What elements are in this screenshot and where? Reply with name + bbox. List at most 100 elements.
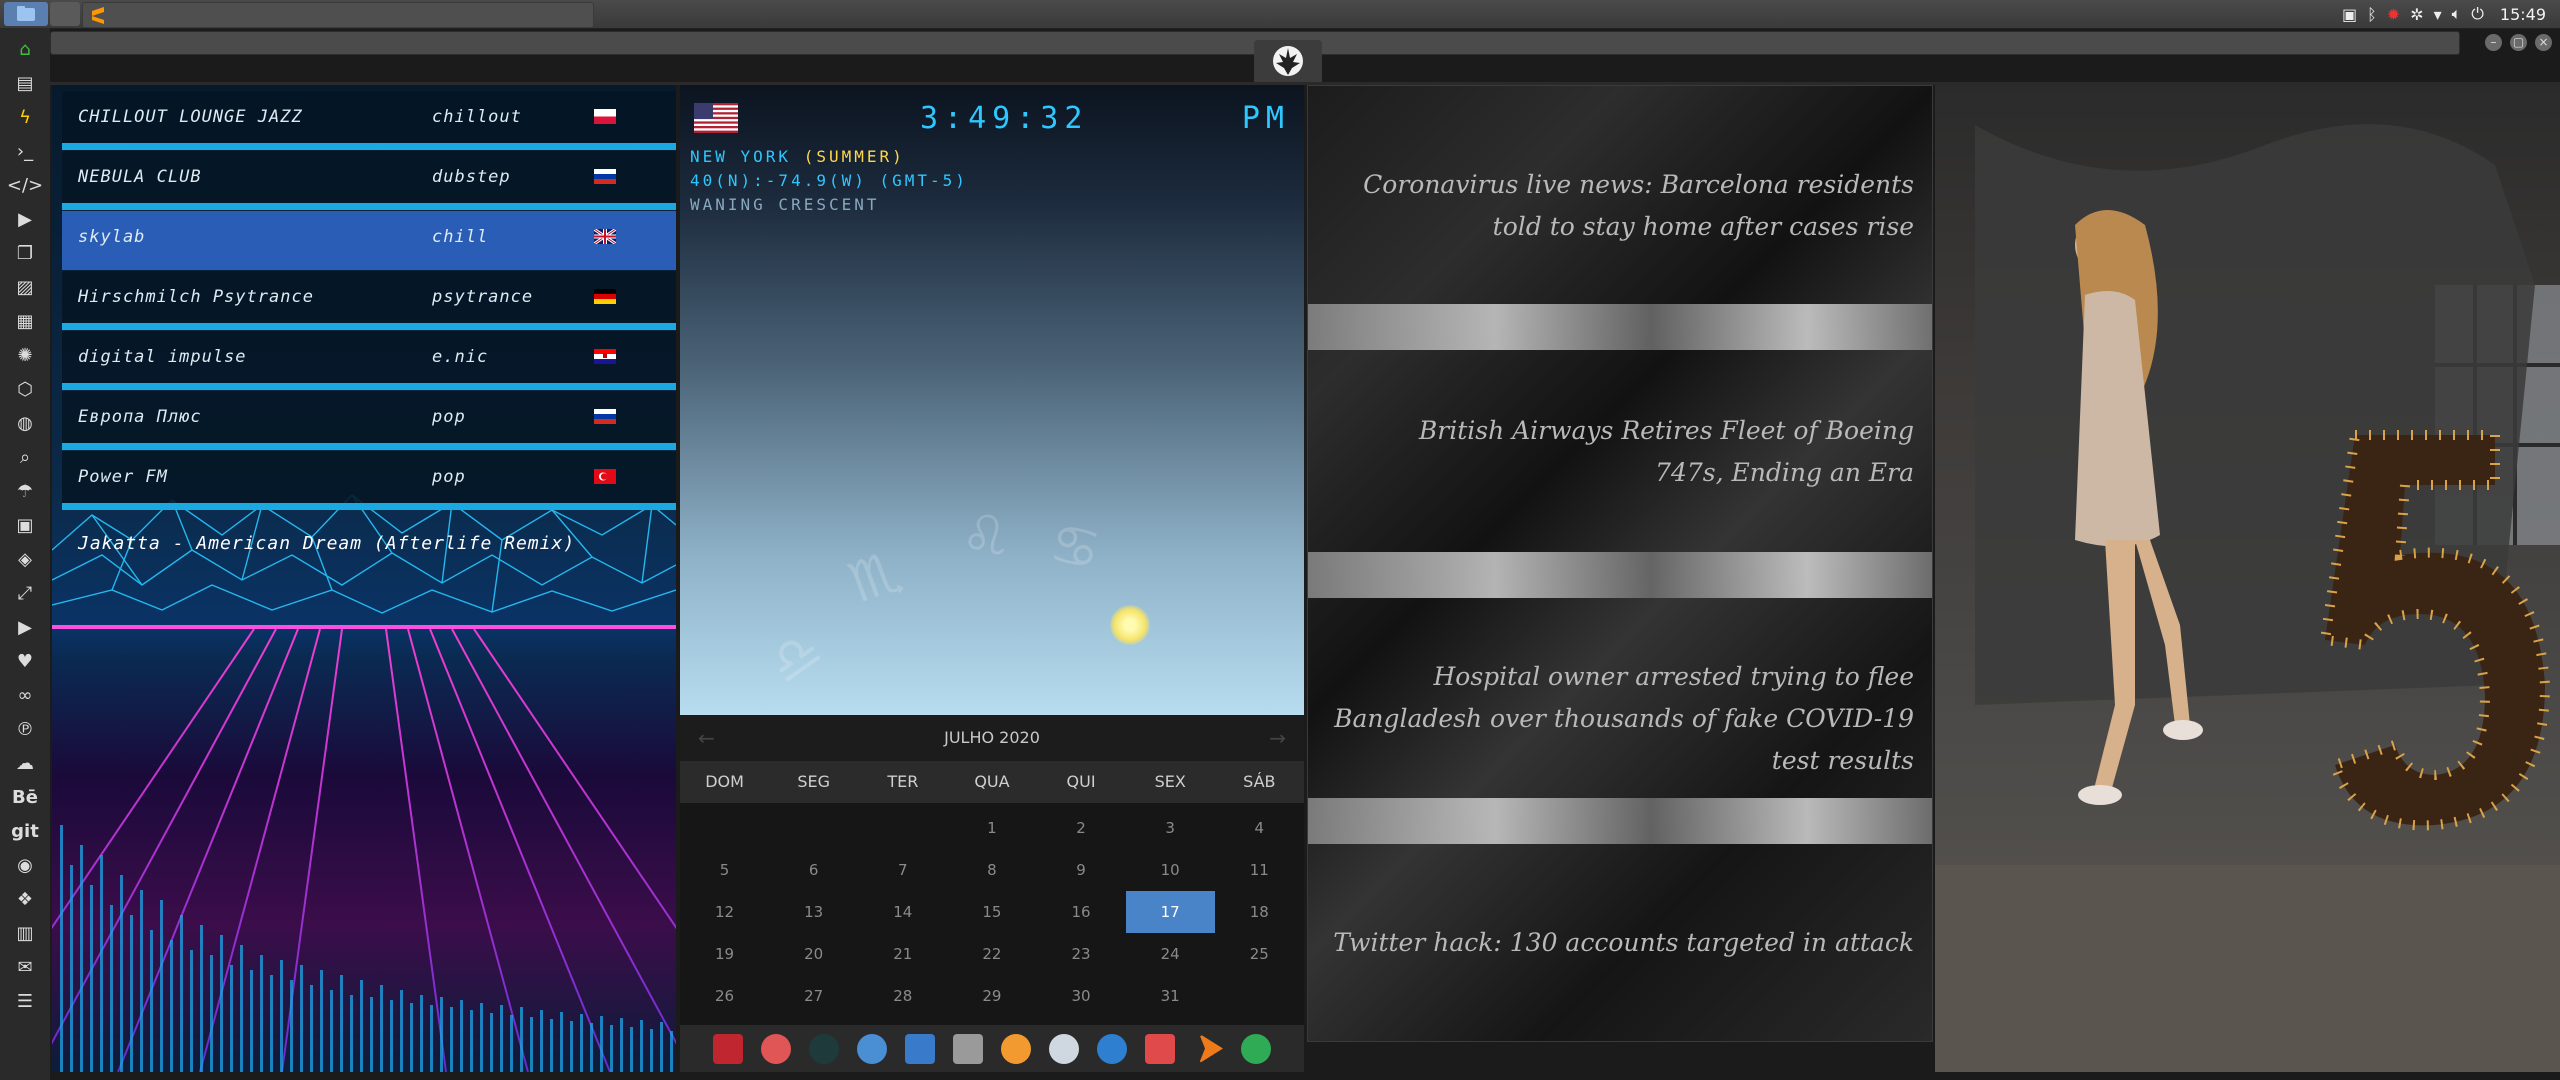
map-icon[interactable]: ▥ (0, 916, 50, 950)
station-row[interactable]: Европа Плюс pop (62, 391, 676, 450)
calendar-day[interactable]: 25 (1215, 933, 1304, 975)
clock-app-icon[interactable] (1049, 1033, 1079, 1064)
heart-icon[interactable]: ♥ (0, 644, 50, 678)
calendar-day[interactable]: 13 (769, 891, 858, 933)
station-row[interactable]: Power FM pop (62, 451, 676, 510)
maximize-button[interactable]: ▢ (2510, 34, 2527, 51)
calendar-day[interactable]: 20 (769, 933, 858, 975)
calendar-day[interactable]: 5 (680, 849, 769, 891)
next-month-button[interactable]: → (1269, 715, 1286, 761)
hexagon-icon[interactable]: ⬡ (0, 372, 50, 406)
arrow-app-icon[interactable] (1199, 1033, 1223, 1064)
search-icon[interactable]: ⌕ (0, 440, 50, 474)
expand-icon[interactable]: ⤢ (0, 576, 50, 610)
bluetooth-icon[interactable]: ᛒ (2367, 5, 2377, 24)
pinterest-icon[interactable]: ℗ (0, 712, 50, 746)
settings-app-icon[interactable] (809, 1033, 839, 1064)
globe-icon[interactable]: ◍ (0, 406, 50, 440)
home-icon[interactable]: ⌂ (0, 32, 50, 66)
calendar-day-today[interactable]: 17 (1125, 891, 1215, 933)
github-icon[interactable]: ◉ (0, 848, 50, 882)
timer-icon[interactable] (761, 1033, 791, 1064)
calendar-day[interactable]: 21 (858, 933, 947, 975)
calendar-day[interactable]: 26 (680, 975, 769, 1017)
news-headline[interactable]: British Airways Retires Fleet of Boeing … (1354, 410, 1914, 494)
calendar-day[interactable] (680, 807, 769, 849)
calendar-day[interactable]: 16 (1037, 891, 1126, 933)
calendar-day[interactable]: 2 (1037, 807, 1126, 849)
calendar-day[interactable] (1215, 975, 1304, 1017)
calendar-day[interactable]: 27 (769, 975, 858, 1017)
volume-icon[interactable]: 🔈︎ (2452, 4, 2462, 24)
station-row[interactable]: digital impulse e.nic (62, 331, 676, 390)
calendar-day[interactable]: 3 (1126, 807, 1215, 849)
dropbox-icon[interactable]: ✲ (2410, 5, 2423, 24)
station-row[interactable]: NEBULA CLUB dubstep (62, 151, 676, 210)
calendar-day[interactable]: 12 (680, 891, 769, 933)
calendar-day[interactable]: 14 (858, 891, 947, 933)
calendar-app-icon[interactable] (1145, 1033, 1175, 1064)
calendar-day[interactable]: 19 (680, 933, 769, 975)
wifi-icon[interactable]: ▾ (2434, 5, 2442, 24)
browser-icon[interactable] (1097, 1033, 1127, 1064)
document-icon[interactable]: ▤ (0, 66, 50, 100)
text-editor-icon[interactable] (953, 1033, 983, 1064)
station-row-selected[interactable]: skylab chill (62, 211, 676, 270)
lightning-icon[interactable]: ϟ (0, 100, 50, 134)
files-launcher-button[interactable] (4, 2, 48, 26)
youtube-icon[interactable]: ▶ (0, 610, 50, 644)
calendar-day[interactable]: 10 (1126, 849, 1215, 891)
image-viewer-icon[interactable] (857, 1033, 887, 1064)
calendar-day[interactable]: 31 (1126, 975, 1215, 1017)
calendar-day[interactable]: 28 (858, 975, 947, 1017)
git-icon[interactable]: git (0, 814, 50, 848)
rebel-tab[interactable] (1254, 40, 1322, 82)
search-app-icon[interactable] (1001, 1033, 1031, 1064)
calendar-day[interactable]: 18 (1215, 891, 1304, 933)
calendar-day[interactable] (769, 807, 858, 849)
news-headline[interactable]: Coronavirus live news: Barcelona residen… (1324, 164, 1914, 248)
calendar-day[interactable]: 23 (1037, 933, 1126, 975)
copy-icon[interactable]: ❐ (0, 236, 50, 270)
settings-icon[interactable]: ✺ (0, 338, 50, 372)
calendar-day[interactable]: 6 (769, 849, 858, 891)
play-icon[interactable]: ▶ (0, 202, 50, 236)
sublime-task-button[interactable] (82, 2, 594, 28)
newspaper-icon[interactable]: ▦ (0, 304, 50, 338)
panel-clock[interactable]: 15:49 (2500, 5, 2546, 24)
calendar-day[interactable]: 24 (1126, 933, 1215, 975)
calendar-day[interactable] (858, 807, 947, 849)
calendar-day[interactable]: 9 (1037, 849, 1126, 891)
code-icon[interactable]: </> (0, 168, 50, 202)
infinity-icon[interactable]: ∞ (0, 678, 50, 712)
close-button[interactable]: × (2535, 34, 2552, 51)
station-row[interactable]: CHILLOUT LOUNGE JAZZ chillout (62, 91, 676, 150)
contact-icon[interactable]: ▣ (0, 508, 50, 542)
cloud-icon[interactable]: ☁ (0, 746, 50, 780)
image-icon[interactable]: ▨ (0, 270, 50, 304)
terminal-icon[interactable]: ›_ (0, 134, 50, 168)
app-launcher-icon[interactable] (713, 1033, 743, 1064)
station-row[interactable]: Hirschmilch Psytrance psytrance (62, 271, 676, 330)
calendar-day[interactable]: 7 (858, 849, 947, 891)
power-icon[interactable]: ⏻ (2471, 4, 2484, 24)
calendar-day[interactable]: 8 (947, 849, 1036, 891)
news-headline[interactable]: Hospital owner arrested trying to flee B… (1324, 656, 1914, 782)
calendar-day[interactable]: 30 (1037, 975, 1126, 1017)
prev-month-button[interactable]: ← (698, 715, 715, 761)
umbrella-icon[interactable]: ☂ (0, 474, 50, 508)
list-icon[interactable]: ☰ (0, 984, 50, 1018)
behance-icon[interactable]: Bē (0, 780, 50, 814)
calendar-day[interactable]: 4 (1215, 807, 1304, 849)
screenshot-icon[interactable]: ▣ (2342, 5, 2357, 24)
mail-icon[interactable]: ✉ (0, 950, 50, 984)
cubes-icon[interactable]: ❖ (0, 882, 50, 916)
calendar-day[interactable]: 15 (947, 891, 1036, 933)
calendar-day[interactable]: 11 (1215, 849, 1304, 891)
window-tab-button[interactable] (50, 2, 80, 26)
calendar-day[interactable]: 22 (947, 933, 1036, 975)
update-alert-icon[interactable]: ✹ (2387, 5, 2400, 24)
calendar-day[interactable]: 1 (947, 807, 1036, 849)
minimize-button[interactable]: – (2485, 34, 2502, 51)
news-headline[interactable]: Twitter hack: 130 accounts targeted in a… (1324, 922, 1914, 964)
